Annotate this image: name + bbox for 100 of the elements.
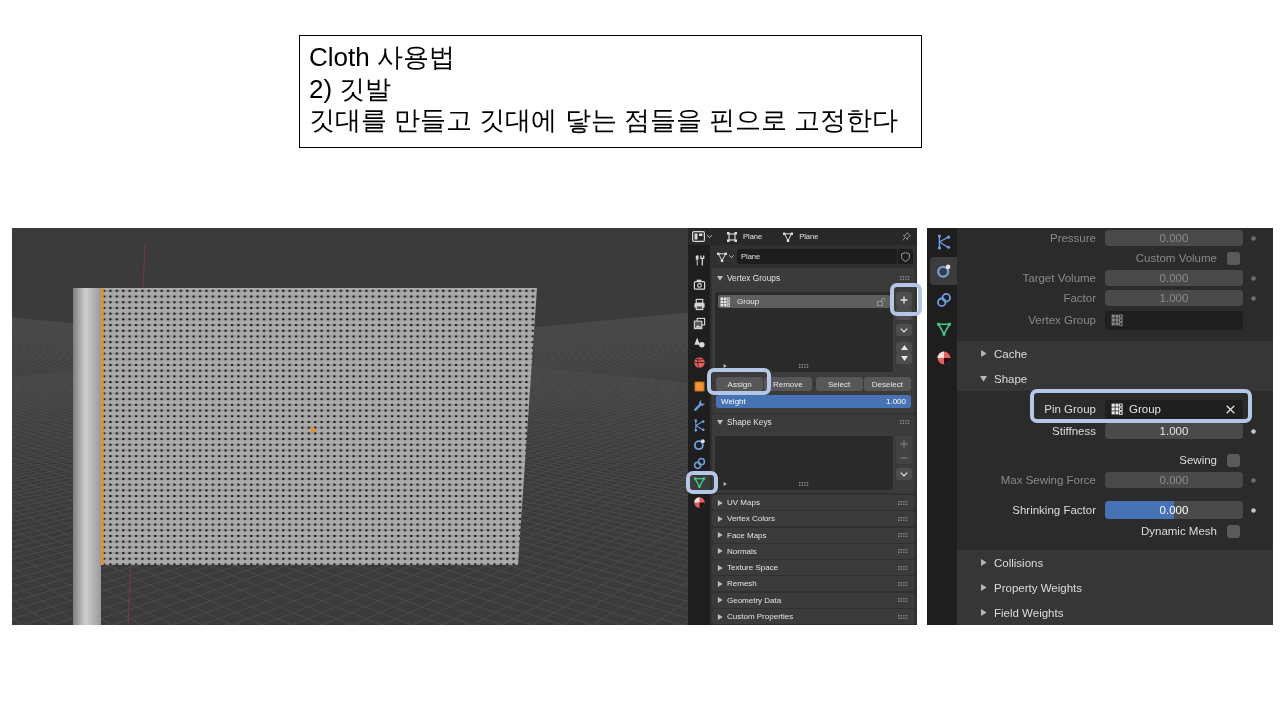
panel-header[interactable]: Property Weights <box>957 575 1273 600</box>
triangle-right-icon <box>723 481 727 486</box>
property-label: Factor <box>1062 292 1096 304</box>
property-label: Pin Group <box>1043 403 1096 415</box>
slider-label: Weight <box>721 397 746 406</box>
panel-header[interactable]: Texture Space <box>712 560 915 576</box>
list-row[interactable]: Group <box>718 295 890 308</box>
grip-icon[interactable] <box>898 565 908 570</box>
close-icon[interactable] <box>1226 404 1235 414</box>
property-label: Dynamic Mesh <box>1139 525 1217 537</box>
grip-icon[interactable] <box>900 276 910 280</box>
panel-header[interactable]: Normals <box>712 543 915 559</box>
panel-header[interactable]: Vertex Groups <box>715 268 912 288</box>
panel-header[interactable]: Collisions <box>957 550 1273 575</box>
dot-icon[interactable] <box>1251 235 1256 241</box>
square-grid-icon <box>1111 314 1123 326</box>
slider-value: 0.000 <box>1159 504 1189 516</box>
move-up-button[interactable] <box>896 342 912 353</box>
branch-nodes-icon <box>935 234 952 250</box>
checker-sphere-icon <box>935 350 952 366</box>
panel-header[interactable]: Shape <box>957 366 1273 391</box>
orbit-icon <box>935 263 952 279</box>
panel-header[interactable]: Cache <box>957 341 1273 366</box>
arrow-up-icon <box>900 345 908 350</box>
triangle-vertices-icon <box>692 476 706 490</box>
image-stack-icon <box>692 317 706 331</box>
panel-header[interactable]: Remesh <box>712 576 915 592</box>
caption-text: 깃대를 만들고 깃대에 닿는 점들을 핀으로 고정한다 <box>309 105 899 137</box>
property-label: Shrinking Factor <box>1011 504 1096 516</box>
grip-icon[interactable] <box>898 582 908 586</box>
property-label: Stiffness <box>1051 425 1096 437</box>
properties-tab[interactable] <box>930 257 957 285</box>
wrench-icon <box>692 399 706 413</box>
globe-icon <box>692 355 706 369</box>
triangle-vertices-icon <box>717 251 727 262</box>
panel-header[interactable]: UV Maps <box>712 495 915 510</box>
orbit-icon <box>692 437 706 451</box>
properties-tab[interactable] <box>688 475 710 491</box>
grip-icon[interactable] <box>898 500 908 505</box>
grip-icon[interactable] <box>799 363 809 368</box>
dot-icon[interactable] <box>1251 507 1256 513</box>
property-label: Pressure <box>1048 232 1096 244</box>
grip-icon[interactable] <box>898 598 908 603</box>
panel-header[interactable]: Face Maps <box>712 527 915 543</box>
action-button[interactable]: Assign <box>716 377 764 391</box>
grip-icon[interactable] <box>898 549 908 554</box>
add-button[interactable] <box>896 292 912 307</box>
caret-icon <box>729 255 734 258</box>
property-label: Sewing <box>1178 454 1217 466</box>
property-label: Max Sewing Force <box>999 474 1096 486</box>
checkbox[interactable] <box>1227 524 1240 538</box>
checkbox[interactable] <box>1227 453 1240 467</box>
square-grid-icon <box>1111 403 1123 415</box>
search-field[interactable]: Group <box>1105 399 1243 419</box>
menu-button[interactable] <box>896 324 912 336</box>
panel-header[interactable]: Geometry Data <box>712 592 915 608</box>
square-grid-icon <box>720 296 730 307</box>
arrow-down-icon <box>900 356 908 361</box>
dot-icon[interactable] <box>1251 477 1256 483</box>
minus-icon <box>900 456 908 459</box>
checker-sphere-icon <box>692 495 706 509</box>
dot-icon[interactable] <box>1251 428 1256 434</box>
shield-icon <box>901 251 910 262</box>
menu-button[interactable] <box>896 468 912 480</box>
camera-icon <box>692 278 706 292</box>
grip-icon[interactable] <box>799 481 809 486</box>
chevron-down-icon <box>900 327 908 333</box>
property-label: Target Volume <box>1021 272 1096 284</box>
panel-header[interactable]: Custom Properties <box>712 609 915 625</box>
origin-point-icon <box>310 427 316 433</box>
slider-field[interactable]: Weight 1.000 <box>716 395 911 408</box>
panel-header[interactable]: Vertex Colors <box>712 511 915 527</box>
grip-icon[interactable] <box>898 614 908 619</box>
grip-icon[interactable] <box>898 533 908 538</box>
chevron-down-icon <box>900 471 908 477</box>
dot-icon[interactable] <box>1251 295 1256 301</box>
branch-nodes-icon <box>692 418 706 432</box>
slider-field[interactable]: 0.000 <box>1105 501 1243 519</box>
cone-sphere-icon <box>692 336 706 350</box>
triangle-vertices-icon <box>935 321 952 337</box>
square-icon <box>692 379 706 393</box>
plus-icon <box>900 439 908 448</box>
panel-header[interactable]: Field Weights <box>957 600 1273 625</box>
grip-icon[interactable] <box>900 420 910 424</box>
action-button[interactable]: Remove <box>764 377 812 391</box>
triangle-vertices-icon <box>783 231 794 242</box>
fake-user-button[interactable] <box>898 249 913 264</box>
panel-header[interactable]: Shape Keys <box>715 414 912 430</box>
panel-layout-icon <box>692 231 705 242</box>
move-down-button[interactable] <box>896 353 912 364</box>
grip-icon[interactable] <box>898 516 908 521</box>
caption-text: Cloth 사용법 <box>309 42 455 74</box>
dot-icon[interactable] <box>1251 275 1256 281</box>
number-field[interactable]: 1.000 <box>1105 423 1243 439</box>
pin-icon[interactable] <box>902 232 911 241</box>
rings-icon <box>692 457 706 471</box>
search-field[interactable] <box>1105 310 1243 330</box>
action-button[interactable]: Select <box>815 377 863 391</box>
action-button[interactable]: Deselect <box>863 377 911 391</box>
printer-icon <box>692 297 706 311</box>
